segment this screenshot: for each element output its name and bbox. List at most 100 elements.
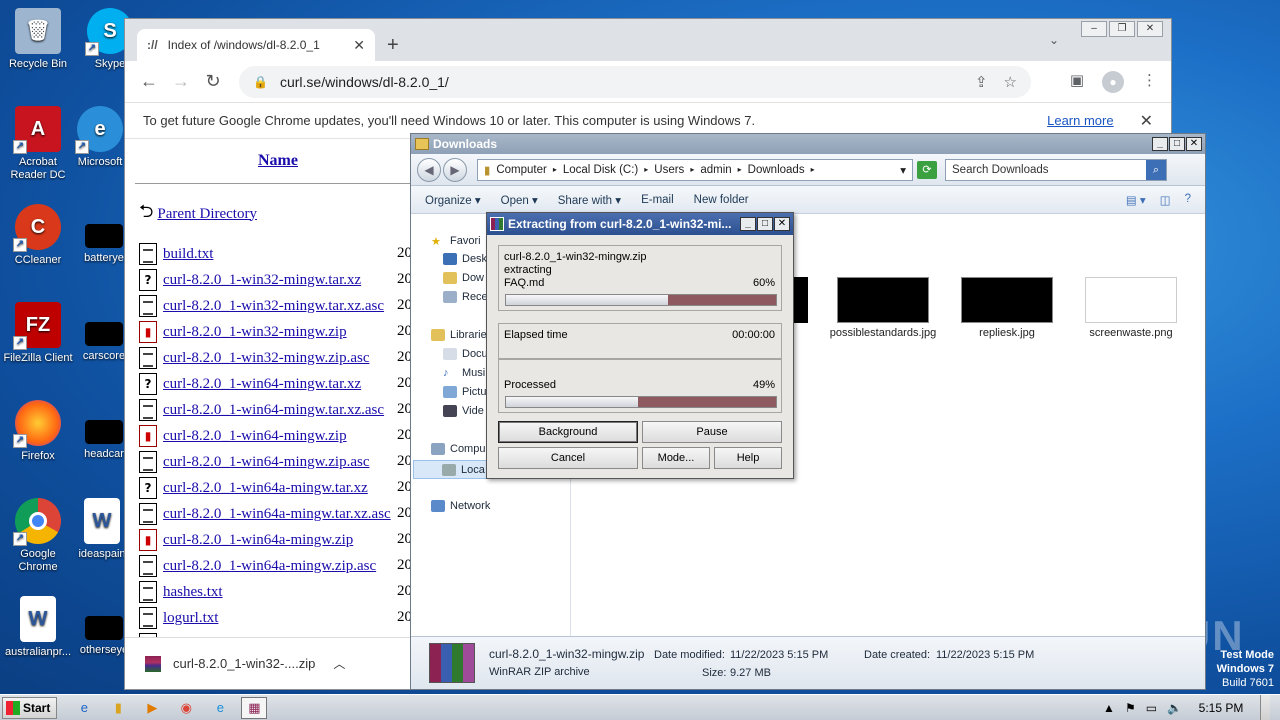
network-tray-icon[interactable]: ▭ — [1146, 701, 1157, 715]
learn-more-link[interactable]: Learn more — [1047, 113, 1113, 128]
search-input[interactable]: Search Downloads ⌕ — [945, 158, 1167, 181]
help-button[interactable]: Help — [714, 447, 782, 469]
forward-arrow-icon[interactable]: ▶ — [443, 157, 467, 182]
breadcrumb-separator-icon[interactable]: ▸ — [811, 165, 815, 174]
address-bar[interactable]: 🔒 curl.se/windows/dl-8.2.0_1/ ⇪ ☆ — [239, 66, 1031, 98]
breadcrumb[interactable]: ▮ Computer ▸ Local Disk (C:) ▸ Users ▸ admin ▸ D… — [477, 158, 913, 181]
tab-search-chevron-icon[interactable]: ⌄ — [1049, 33, 1059, 47]
tab-close-icon[interactable]: ✕ — [353, 37, 365, 54]
file-item[interactable]: screenwaste.png — [1076, 277, 1186, 340]
internet-explorer-icon[interactable]: e — [71, 697, 97, 719]
breadcrumb-item[interactable]: Users — [654, 164, 684, 176]
file-link[interactable]: curl-8.2.0_1-win64a-mingw.tar.xz — [163, 480, 368, 497]
close-button[interactable]: ✕ — [1186, 137, 1202, 151]
background-button[interactable]: Background — [498, 421, 638, 443]
breadcrumb-separator-icon[interactable]: ▸ — [738, 165, 742, 174]
help-icon[interactable]: ? — [1185, 193, 1191, 207]
maximize-button[interactable]: □ — [757, 217, 773, 231]
pause-button[interactable]: Pause — [642, 421, 782, 443]
file-link[interactable]: curl-8.2.0_1-win32-mingw.tar.xz — [163, 272, 361, 289]
maximize-button[interactable]: ❐ — [1109, 21, 1135, 37]
side-panel-icon[interactable]: ▣ — [1070, 71, 1084, 93]
action-center-icon[interactable]: ⚑ — [1125, 701, 1136, 715]
chrome-taskbar-icon[interactable]: ◉ — [173, 697, 199, 719]
chevron-up-icon[interactable]: ︿ — [333, 655, 345, 672]
maximize-button[interactable]: □ — [1169, 137, 1185, 151]
close-button[interactable]: ✕ — [1137, 21, 1163, 37]
show-desktop-button[interactable] — [1260, 694, 1270, 720]
new-tab-button[interactable]: + — [387, 34, 399, 57]
column-header-name[interactable]: Name — [258, 152, 298, 170]
breadcrumb-item[interactable]: Downloads — [748, 164, 805, 176]
winrar-taskbar-icon[interactable]: ▦ — [241, 696, 268, 719]
command-e-mail[interactable]: E-mail — [641, 194, 674, 206]
volume-icon[interactable]: 🔈 — [1167, 701, 1182, 715]
desktop-icon-firefox[interactable]: ↗ Firefox — [0, 400, 76, 463]
file-link[interactable]: curl-8.2.0_1-win64-mingw.zip.asc — [163, 454, 369, 471]
download-filename[interactable]: curl-8.2.0_1-win32-....zip — [173, 656, 315, 671]
preview-pane-icon[interactable]: ◫ — [1160, 193, 1171, 207]
minimize-button[interactable]: ‒ — [1081, 21, 1107, 37]
file-link[interactable]: curl-8.2.0_1-win64-mingw.tar.xz.asc — [163, 402, 384, 419]
parent-directory-link[interactable]: Parent Directory — [157, 206, 257, 223]
nav-recent[interactable]: Rece — [443, 291, 488, 303]
cancel-button[interactable]: Cancel — [498, 447, 638, 469]
clock[interactable]: 5:15 PM — [1192, 701, 1250, 715]
file-link[interactable]: logurl.txt — [163, 610, 218, 627]
refresh-icon[interactable]: ⟳ — [917, 160, 937, 179]
file-link[interactable]: curl-8.2.0_1-win64-mingw.tar.xz — [163, 376, 361, 393]
nav-videos[interactable]: Vide — [443, 405, 484, 417]
back-arrow-icon[interactable]: ← — [133, 71, 165, 92]
share-icon[interactable]: ⇪ — [975, 73, 988, 91]
command-new-folder[interactable]: New folder — [694, 194, 749, 206]
explorer-folder-icon[interactable]: ▮ — [105, 697, 131, 719]
forward-arrow-icon[interactable]: → — [165, 71, 197, 92]
file-link[interactable]: build.txt — [163, 246, 213, 263]
command-organize[interactable]: Organize ▾ — [425, 193, 481, 207]
file-link[interactable]: curl-8.2.0_1-win64a-mingw.zip — [163, 532, 353, 549]
file-link[interactable]: curl-8.2.0_1-win64a-mingw.tar.xz.asc — [163, 506, 391, 523]
change-view-icon[interactable]: ▤ ▾ — [1126, 193, 1146, 207]
back-arrow-icon[interactable]: ◀ — [417, 157, 441, 182]
desktop-icon-recycle-bin[interactable]: 🗑 Recycle Bin — [0, 8, 76, 71]
file-link[interactable]: curl-8.2.0_1-win32-mingw.tar.xz.asc — [163, 298, 384, 315]
menu-kebab-icon[interactable]: ⋮ — [1142, 71, 1157, 93]
nav-libraries[interactable]: Librarie — [431, 329, 487, 341]
address-dropdown-icon[interactable]: ▾ — [900, 163, 906, 177]
nav-desktop[interactable]: Desk — [443, 253, 487, 265]
nav-network[interactable]: Network — [431, 500, 490, 512]
tray-expand-icon[interactable]: ▲ — [1103, 701, 1115, 715]
mode-button[interactable]: Mode... — [642, 447, 710, 469]
edge-taskbar-icon[interactable]: e — [207, 697, 233, 719]
file-link[interactable]: curl-8.2.0_1-win64a-mingw.zip.asc — [163, 558, 376, 575]
nav-downloads[interactable]: Dow — [443, 272, 484, 284]
breadcrumb-separator-icon[interactable]: ▸ — [644, 165, 648, 174]
bookmark-star-icon[interactable]: ☆ — [1004, 73, 1017, 91]
nav-computer[interactable]: Compu — [431, 443, 485, 455]
nav-favorites[interactable]: ★ Favori — [431, 235, 481, 248]
search-icon[interactable]: ⌕ — [1146, 159, 1166, 180]
browser-tab[interactable]: :// Index of /windows/dl-8.2.0_1 ✕ — [137, 29, 375, 61]
infobar-close-icon[interactable]: ✕ — [1140, 111, 1153, 131]
reload-icon[interactable]: ↻ — [197, 71, 229, 92]
file-link[interactable]: curl-8.2.0_1-win64-mingw.zip — [163, 428, 347, 445]
breadcrumb-item[interactable]: Local Disk (C:) — [563, 164, 638, 176]
close-button[interactable]: ✕ — [774, 217, 790, 231]
command-share-with[interactable]: Share with ▾ — [558, 193, 621, 207]
breadcrumb-separator-icon[interactable]: ▸ — [553, 165, 557, 174]
nav-documents[interactable]: Docu — [443, 348, 488, 360]
file-link[interactable]: hashes.txt — [163, 584, 223, 601]
breadcrumb-item[interactable]: admin — [700, 164, 731, 176]
nav-pictures[interactable]: Pictu — [443, 386, 486, 398]
profile-avatar-icon[interactable]: ● — [1102, 71, 1124, 93]
desktop-icon-filezilla[interactable]: FZ ↗ FileZilla Client — [0, 302, 76, 365]
file-link[interactable]: curl-8.2.0_1-win32-mingw.zip — [163, 324, 347, 341]
breadcrumb-separator-icon[interactable]: ▸ — [690, 165, 694, 174]
minimize-button[interactable]: _ — [1152, 137, 1168, 151]
desktop-icon-file-australianpr[interactable]: W australianpr... — [0, 596, 76, 659]
start-button[interactable]: Start — [2, 696, 58, 719]
desktop-icon-ccleaner[interactable]: C ↗ CCleaner — [0, 204, 76, 267]
file-item[interactable]: possiblestandards.jpg — [828, 277, 938, 340]
breadcrumb-item[interactable]: Computer — [496, 164, 547, 176]
media-player-icon[interactable]: ▶ — [139, 697, 165, 719]
